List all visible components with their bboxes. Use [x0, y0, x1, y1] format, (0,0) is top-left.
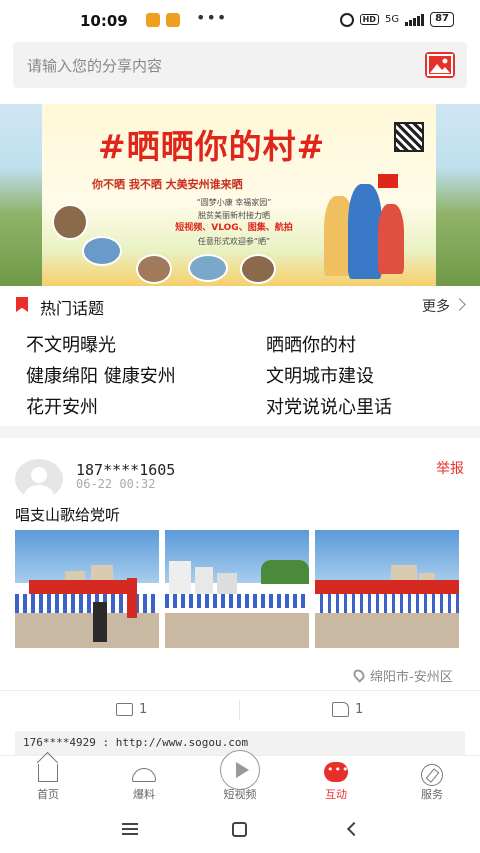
location-pin-icon — [351, 667, 367, 683]
tab-service[interactable]: 服务 — [402, 756, 462, 808]
banner-photo — [188, 254, 228, 282]
hot-topics-header: 热门话题 更多 — [0, 286, 480, 324]
banner-photo — [82, 236, 122, 266]
chevron-right-icon[interactable] — [453, 298, 466, 311]
battery-level: 87 — [430, 12, 454, 27]
thumbs-up-icon[interactable] — [332, 702, 349, 717]
topic-item[interactable]: 晒晒你的村 — [266, 331, 356, 357]
banner-photo — [240, 254, 276, 284]
system-nav-bar — [0, 807, 480, 853]
post-photo[interactable] — [315, 530, 459, 648]
tab-interaction[interactable]: 互动 — [306, 756, 366, 808]
avatar[interactable] — [15, 459, 63, 499]
comment-count: 1 — [139, 702, 148, 717]
recent-apps-icon[interactable] — [122, 823, 138, 835]
topic-item[interactable]: 文明城市建设 — [266, 362, 374, 388]
banner-card[interactable]: #晒晒你的村# 你不晒 我不晒 大美安州谁来晒 “圆梦小康 幸福家园” 脱贫美丽… — [42, 104, 436, 286]
home-icon[interactable] — [38, 764, 58, 782]
notification-icon — [146, 13, 160, 27]
banner-photo — [136, 254, 172, 284]
compass-icon[interactable] — [421, 764, 443, 786]
like-count: 1 — [355, 702, 364, 717]
network-label: 5G — [384, 14, 400, 25]
more-topics-link[interactable]: 更多 — [422, 296, 450, 316]
banner-title: #晒晒你的村# — [98, 127, 326, 166]
post-text: 唱支山歌给党听 — [15, 506, 121, 524]
tab-home[interactable]: 首页 — [18, 756, 78, 808]
like-button[interactable]: 1 — [332, 702, 363, 717]
more-notifications-icon: ••• — [196, 8, 228, 27]
alarm-icon — [339, 12, 354, 27]
section-divider — [0, 426, 480, 438]
home-button-icon[interactable] — [232, 822, 247, 837]
topic-item[interactable]: 对党说说心里话 — [266, 393, 392, 419]
tab-baoliao[interactable]: 爆料 — [114, 756, 174, 808]
banner-description: “圆梦小康 幸福家园” 脱贫美丽新村接力晒 短视频、VLOG、图集、航拍 任意形… — [175, 198, 293, 246]
qr-code — [394, 122, 424, 152]
post-photo[interactable] — [15, 530, 159, 648]
signal-icon — [405, 13, 425, 26]
topic-item[interactable]: 健康绵阳 健康安州 — [26, 362, 176, 388]
back-icon[interactable] — [346, 821, 362, 837]
bookmark-flag-icon — [16, 297, 28, 312]
comment-button[interactable]: 1 — [116, 702, 147, 717]
topic-item[interactable]: 不文明曝光 — [26, 331, 116, 357]
post-location: 绵阳市-安州区 — [370, 670, 453, 685]
chat-icon[interactable] — [324, 762, 349, 782]
topic-item[interactable]: 花开安州 — [26, 393, 98, 419]
promo-banner[interactable]: #晒晒你的村# 你不晒 我不晒 大美安州谁来晒 “圆梦小康 幸福家园” 脱贫美丽… — [0, 104, 480, 286]
red-flag-icon — [378, 174, 398, 188]
status-time: 10:09 — [80, 12, 128, 30]
banner-slogan: 你不晒 我不晒 大美安州谁来晒 — [92, 178, 243, 191]
share-input-placeholder[interactable]: 请输入您的分享内容 — [27, 55, 162, 76]
image-upload-icon[interactable] — [425, 52, 455, 78]
cartoon-family — [378, 204, 404, 274]
share-input[interactable]: 请输入您的分享内容 — [13, 42, 467, 88]
hd-icon: HD — [359, 14, 379, 25]
cartoon-family — [348, 184, 382, 279]
broadcast-icon[interactable] — [132, 768, 156, 782]
banner-photo — [52, 204, 88, 240]
report-button[interactable]: 举报 — [436, 458, 464, 478]
video-play-icon[interactable] — [220, 750, 260, 790]
bottom-tab-bar: 首页 爆料 短视频 互动 服务 — [0, 750, 480, 808]
notification-icon — [166, 13, 180, 27]
post-time: 06-22 00:32 — [76, 477, 156, 491]
comment-icon[interactable] — [116, 703, 133, 716]
post-photo[interactable] — [165, 530, 309, 648]
hot-topics-title: 热门话题 — [40, 299, 105, 318]
status-bar: 10:09 ••• HD 5G 87 — [0, 0, 480, 42]
